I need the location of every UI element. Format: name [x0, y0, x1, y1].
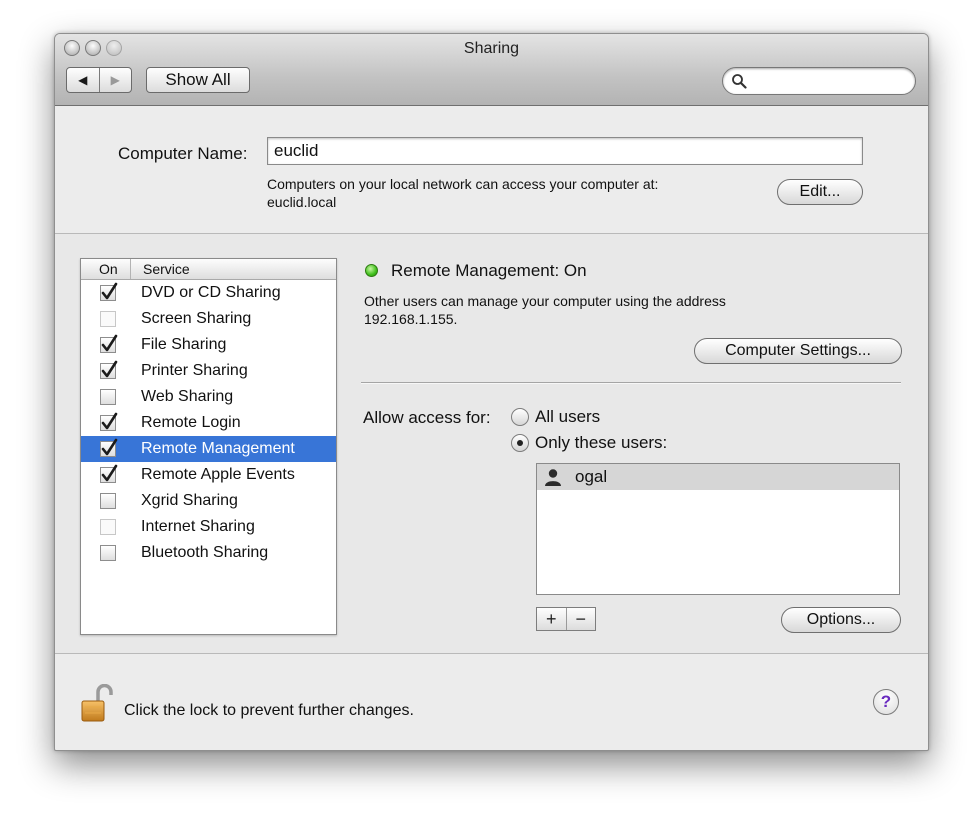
service-name: Screen Sharing: [141, 310, 252, 327]
service-checkbox[interactable]: [100, 360, 118, 379]
service-name: Xgrid Sharing: [141, 492, 238, 509]
service-checkbox[interactable]: [100, 282, 118, 301]
service-row[interactable]: Remote Login: [81, 410, 336, 436]
service-name: Web Sharing: [141, 388, 234, 405]
service-name: DVD or CD Sharing: [141, 284, 281, 301]
service-rows: DVD or CD Sharing Screen Sharing File Shar…: [81, 280, 336, 566]
service-row[interactable]: File Sharing: [81, 332, 336, 358]
lock-message: Click the lock to prevent further change…: [124, 702, 414, 719]
computer-settings-button[interactable]: Computer Settings...: [694, 338, 902, 364]
allowed-users-list[interactable]: ogal: [536, 463, 900, 595]
service-checkbox[interactable]: [100, 493, 116, 509]
service-name: Bluetooth Sharing: [141, 544, 269, 561]
back-arrow-icon: ◀: [78, 73, 88, 87]
all-users-label: All users: [535, 407, 601, 426]
add-remove-control: + −: [536, 607, 596, 631]
computer-name-description: Computers on your local network can acce…: [267, 175, 747, 211]
show-all-button[interactable]: Show All: [146, 67, 250, 93]
ip-address: 192.168.1.155.: [364, 311, 458, 327]
window-title: Sharing: [463, 40, 520, 57]
service-row[interactable]: DVD or CD Sharing: [81, 280, 336, 306]
service-checkbox[interactable]: [100, 464, 118, 483]
back-button[interactable]: ◀: [67, 68, 99, 92]
checkmark-icon: [101, 412, 118, 430]
list-item[interactable]: ogal: [537, 464, 899, 490]
service-checkbox[interactable]: [100, 412, 118, 431]
allow-access-label: Allow access for:: [363, 408, 491, 427]
computer-name-section: Computer Name: Computers on your local n…: [55, 106, 928, 234]
service-name: Printer Sharing: [141, 362, 248, 379]
toolbar: Sharing ◀ ▶ Show All: [55, 34, 928, 106]
column-header-on[interactable]: On: [81, 259, 131, 279]
checkmark-icon: [101, 360, 118, 378]
service-row[interactable]: Remote Apple Events: [81, 462, 336, 488]
forward-button[interactable]: ▶: [98, 68, 132, 92]
checkmark-icon: [101, 464, 118, 482]
computer-name-description-line1: Computers on your local network can acce…: [267, 176, 659, 192]
computer-name-label: Computer Name:: [118, 144, 248, 163]
all-users-option[interactable]: All users: [511, 407, 600, 427]
computer-name-field[interactable]: [267, 137, 863, 165]
checkmark-icon: [101, 438, 118, 456]
service-description-line1: Other users can manage your computer usi…: [364, 293, 726, 309]
status-indicator-icon: [365, 264, 378, 277]
service-list-header: On Service: [81, 259, 336, 280]
services-section: On Service DVD or CD Sharing Screen Shari…: [55, 234, 928, 654]
only-these-users-option[interactable]: Only these users:: [511, 433, 667, 453]
only-these-users-label: Only these users:: [535, 433, 668, 452]
search-icon: [732, 74, 747, 89]
help-button[interactable]: ?: [873, 689, 899, 715]
service-description: Other users can manage your computer usi…: [364, 292, 824, 328]
service-checkbox[interactable]: [100, 389, 116, 405]
user-name: ogal: [575, 467, 608, 486]
checkmark-icon: [101, 282, 118, 300]
service-checkbox[interactable]: [100, 334, 118, 353]
service-name: Remote Management: [141, 440, 295, 457]
back-forward-control: ◀ ▶: [66, 67, 132, 93]
search-field[interactable]: [722, 67, 916, 95]
divider: [361, 382, 901, 384]
service-name: Remote Apple Events: [141, 466, 295, 483]
service-row[interactable]: Web Sharing: [81, 384, 336, 410]
only-these-users-radio[interactable]: [511, 434, 529, 452]
user-icon: [545, 469, 561, 486]
service-row[interactable]: Remote Management: [81, 436, 336, 462]
service-list[interactable]: On Service DVD or CD Sharing Screen Shari…: [80, 258, 337, 635]
add-user-button[interactable]: +: [537, 608, 566, 630]
service-checkbox[interactable]: [100, 311, 116, 327]
service-name: Internet Sharing: [141, 518, 255, 535]
forward-arrow-icon: ▶: [110, 73, 120, 87]
service-row[interactable]: Bluetooth Sharing: [81, 540, 336, 566]
footer: Click the lock to prevent further change…: [55, 654, 928, 750]
service-checkbox[interactable]: [100, 438, 118, 457]
lock-icon[interactable]: [79, 684, 115, 724]
service-name: File Sharing: [141, 336, 227, 353]
search-input[interactable]: [751, 71, 910, 91]
service-row[interactable]: Printer Sharing: [81, 358, 336, 384]
checkmark-icon: [101, 334, 118, 352]
options-button[interactable]: Options...: [781, 607, 901, 633]
all-users-radio[interactable]: [511, 408, 529, 426]
service-checkbox[interactable]: [100, 545, 116, 561]
sharing-window: Sharing ◀ ▶ Show All Computer Name: Comp…: [54, 33, 929, 751]
service-checkbox[interactable]: [100, 519, 116, 535]
column-header-service[interactable]: Service: [131, 259, 190, 279]
service-row[interactable]: Xgrid Sharing: [81, 488, 336, 514]
service-row[interactable]: Screen Sharing: [81, 306, 336, 332]
remove-user-button[interactable]: −: [565, 608, 596, 630]
service-name: Remote Login: [141, 414, 241, 431]
local-hostname: euclid.local: [267, 194, 337, 210]
edit-button[interactable]: Edit...: [777, 179, 863, 205]
service-row[interactable]: Internet Sharing: [81, 514, 336, 540]
service-status: Remote Management: On: [391, 261, 587, 280]
